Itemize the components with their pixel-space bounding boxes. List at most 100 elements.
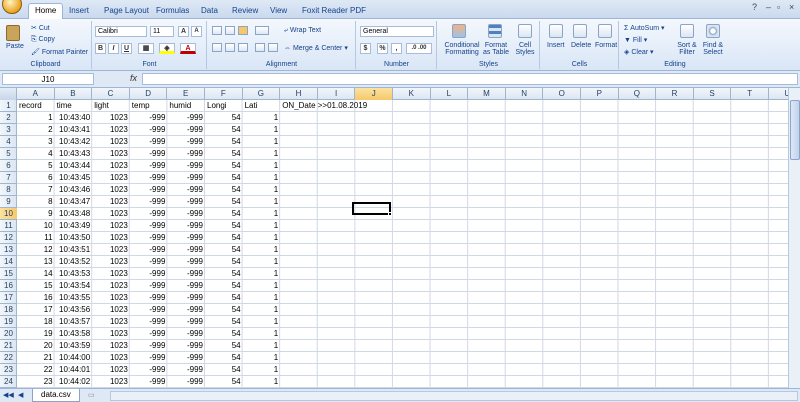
data-cell[interactable]: 19 <box>17 328 55 340</box>
data-cell[interactable]: 1023 <box>92 268 130 280</box>
row-header[interactable]: 15 <box>0 268 17 280</box>
column-header[interactable]: A <box>17 88 55 100</box>
paste-button[interactable]: Paste <box>6 43 24 50</box>
data-cell[interactable]: 54 <box>205 340 243 352</box>
data-cell[interactable]: -999 <box>130 160 168 172</box>
wrap-text-button[interactable]: ⤶ Wrap Text <box>284 27 321 35</box>
column-header[interactable]: R <box>656 88 694 100</box>
data-cell[interactable]: 17 <box>17 304 55 316</box>
data-cell[interactable]: 54 <box>205 364 243 376</box>
data-cell[interactable]: -999 <box>130 232 168 244</box>
data-cell[interactable]: 54 <box>205 112 243 124</box>
data-cell[interactable]: 1023 <box>92 148 130 160</box>
data-cell[interactable]: 1 <box>243 148 281 160</box>
row-header[interactable]: 18 <box>0 304 17 316</box>
data-cell[interactable]: 1023 <box>92 376 130 388</box>
row-header[interactable]: 3 <box>0 124 17 136</box>
data-cell[interactable]: 54 <box>205 244 243 256</box>
data-cell[interactable]: 10:43:46 <box>55 184 93 196</box>
data-cell[interactable]: 1023 <box>92 112 130 124</box>
column-header[interactable]: T <box>731 88 769 100</box>
data-cell[interactable]: 11 <box>17 232 55 244</box>
data-cell[interactable]: 1023 <box>92 232 130 244</box>
data-cell[interactable]: 1023 <box>92 160 130 172</box>
data-cell[interactable]: 1023 <box>92 124 130 136</box>
data-cell[interactable]: 10:43:48 <box>55 208 93 220</box>
data-cell[interactable]: -999 <box>130 112 168 124</box>
data-cell[interactable]: 10 <box>17 220 55 232</box>
data-cell[interactable]: 1023 <box>92 304 130 316</box>
data-cell[interactable]: -999 <box>130 244 168 256</box>
tab-page-layout[interactable]: Page Layout <box>98 4 155 19</box>
data-cell[interactable]: 54 <box>205 220 243 232</box>
data-cell[interactable]: 1023 <box>92 172 130 184</box>
data-cell[interactable]: -999 <box>130 196 168 208</box>
data-cell[interactable]: 10:43:42 <box>55 136 93 148</box>
vertical-scroll-thumb[interactable] <box>790 100 800 160</box>
sort-filter-icon[interactable] <box>680 24 694 38</box>
data-cell[interactable]: 1 <box>243 184 281 196</box>
header-cell[interactable]: temp <box>130 100 168 112</box>
data-cell[interactable]: 54 <box>205 268 243 280</box>
data-cell[interactable]: -999 <box>167 376 205 388</box>
data-cell[interactable]: -999 <box>130 208 168 220</box>
data-cell[interactable]: 54 <box>205 232 243 244</box>
comma-button[interactable]: , <box>391 43 402 54</box>
active-cell-outline[interactable] <box>352 202 391 215</box>
formula-input[interactable] <box>142 73 798 85</box>
data-cell[interactable]: 15 <box>17 280 55 292</box>
insert-sheet-icon[interactable]: ▭ <box>88 391 95 399</box>
data-cell[interactable]: 16 <box>17 292 55 304</box>
data-cell[interactable]: 7 <box>17 184 55 196</box>
data-cell[interactable]: 1 <box>243 196 281 208</box>
orientation-icon[interactable] <box>255 26 269 35</box>
data-cell[interactable]: 1 <box>243 256 281 268</box>
data-cell[interactable]: 4 <box>17 148 55 160</box>
conditional-formatting-button[interactable]: Conditional Formatting <box>442 42 482 56</box>
conditional-formatting-icon[interactable] <box>452 24 466 38</box>
data-cell[interactable]: 1 <box>243 244 281 256</box>
data-cell[interactable]: 10:43:55 <box>55 292 93 304</box>
row-header[interactable]: 2 <box>0 112 17 124</box>
data-cell[interactable]: 1023 <box>92 136 130 148</box>
data-cell[interactable]: -999 <box>167 184 205 196</box>
data-cell[interactable]: 2 <box>17 124 55 136</box>
tab-insert[interactable]: Insert <box>63 4 95 19</box>
tab-home[interactable]: Home <box>28 3 64 20</box>
data-cell[interactable]: 54 <box>205 148 243 160</box>
data-cell[interactable]: 1023 <box>92 208 130 220</box>
data-cell[interactable]: 1023 <box>92 340 130 352</box>
data-cell[interactable]: 1 <box>243 268 281 280</box>
header-cell[interactable]: Lati <box>243 100 281 112</box>
column-header[interactable]: J <box>355 88 393 100</box>
data-cell[interactable]: 5 <box>17 160 55 172</box>
tab-view[interactable]: View <box>264 4 293 19</box>
data-cell[interactable]: 1 <box>243 136 281 148</box>
data-cell[interactable]: -999 <box>167 220 205 232</box>
number-format-select[interactable]: General <box>360 26 434 37</box>
data-cell[interactable]: 1023 <box>92 364 130 376</box>
row-header[interactable]: 1 <box>0 100 17 112</box>
data-cell[interactable]: 1 <box>17 112 55 124</box>
data-cell[interactable]: 54 <box>205 316 243 328</box>
data-cell[interactable]: -999 <box>130 328 168 340</box>
data-cell[interactable]: 10:43:40 <box>55 112 93 124</box>
header-cell[interactable]: record <box>17 100 55 112</box>
tab-foxit-reader-pdf[interactable]: Foxit Reader PDF <box>296 4 372 19</box>
prev-sheet-icon[interactable]: ◀ <box>18 391 23 399</box>
align-bottom-icon[interactable] <box>238 26 248 35</box>
data-cell[interactable]: -999 <box>130 352 168 364</box>
data-cell[interactable]: -999 <box>130 172 168 184</box>
bold-button[interactable]: B <box>95 43 106 54</box>
cell-styles-button[interactable]: Cell Styles <box>512 42 538 56</box>
align-right-icon[interactable] <box>238 43 248 52</box>
header-cell[interactable]: light <box>92 100 130 112</box>
row-header[interactable]: 22 <box>0 352 17 364</box>
data-cell[interactable]: 10:43:45 <box>55 172 93 184</box>
data-cell[interactable]: -999 <box>130 256 168 268</box>
data-cell[interactable]: 10:43:54 <box>55 280 93 292</box>
data-cell[interactable]: 54 <box>205 352 243 364</box>
align-center-icon[interactable] <box>225 43 235 52</box>
data-cell[interactable]: 1023 <box>92 184 130 196</box>
data-cell[interactable]: 1 <box>243 304 281 316</box>
